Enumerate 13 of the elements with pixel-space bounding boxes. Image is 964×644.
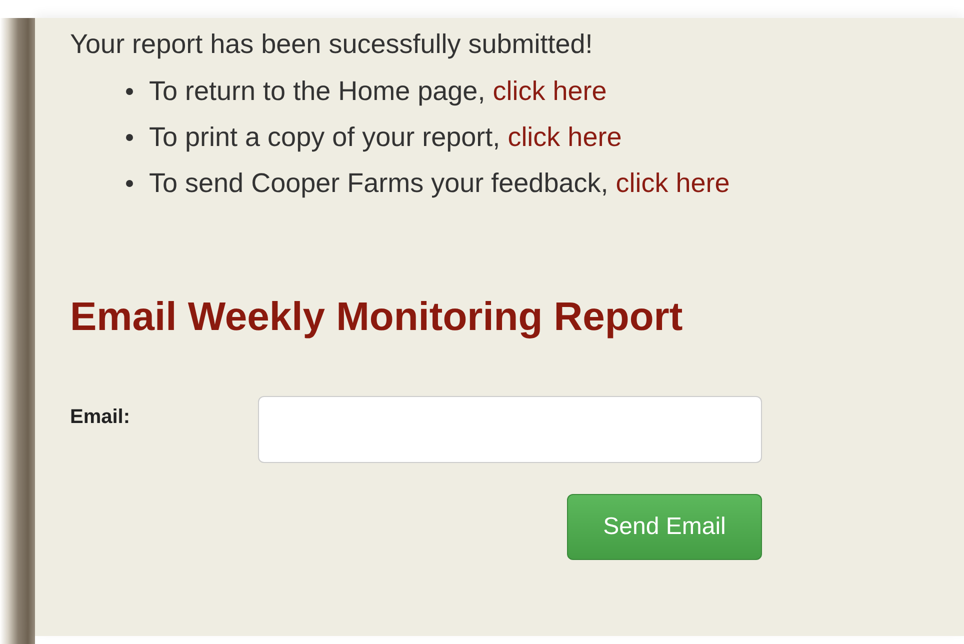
- bullet-icon: [126, 180, 133, 186]
- email-label: Email:: [70, 406, 132, 429]
- success-message: Your report has been sucessfully submitted!: [70, 28, 594, 61]
- bullet-icon: [126, 88, 133, 94]
- list-item-text: To print a copy of your report, click here: [149, 122, 622, 152]
- click-here-link[interactable]: click here: [492, 76, 607, 106]
- list-item-text: To send Cooper Farms your feedback, click here: [149, 168, 730, 198]
- section-heading: Email Weekly Monitoring Report: [70, 294, 684, 341]
- click-here-link[interactable]: click here: [616, 168, 730, 198]
- email-field[interactable]: [258, 396, 762, 463]
- bullet-icon: [126, 134, 133, 140]
- list-item-text: To return to the Home page, click here: [149, 76, 607, 106]
- click-here-link[interactable]: click here: [508, 122, 622, 152]
